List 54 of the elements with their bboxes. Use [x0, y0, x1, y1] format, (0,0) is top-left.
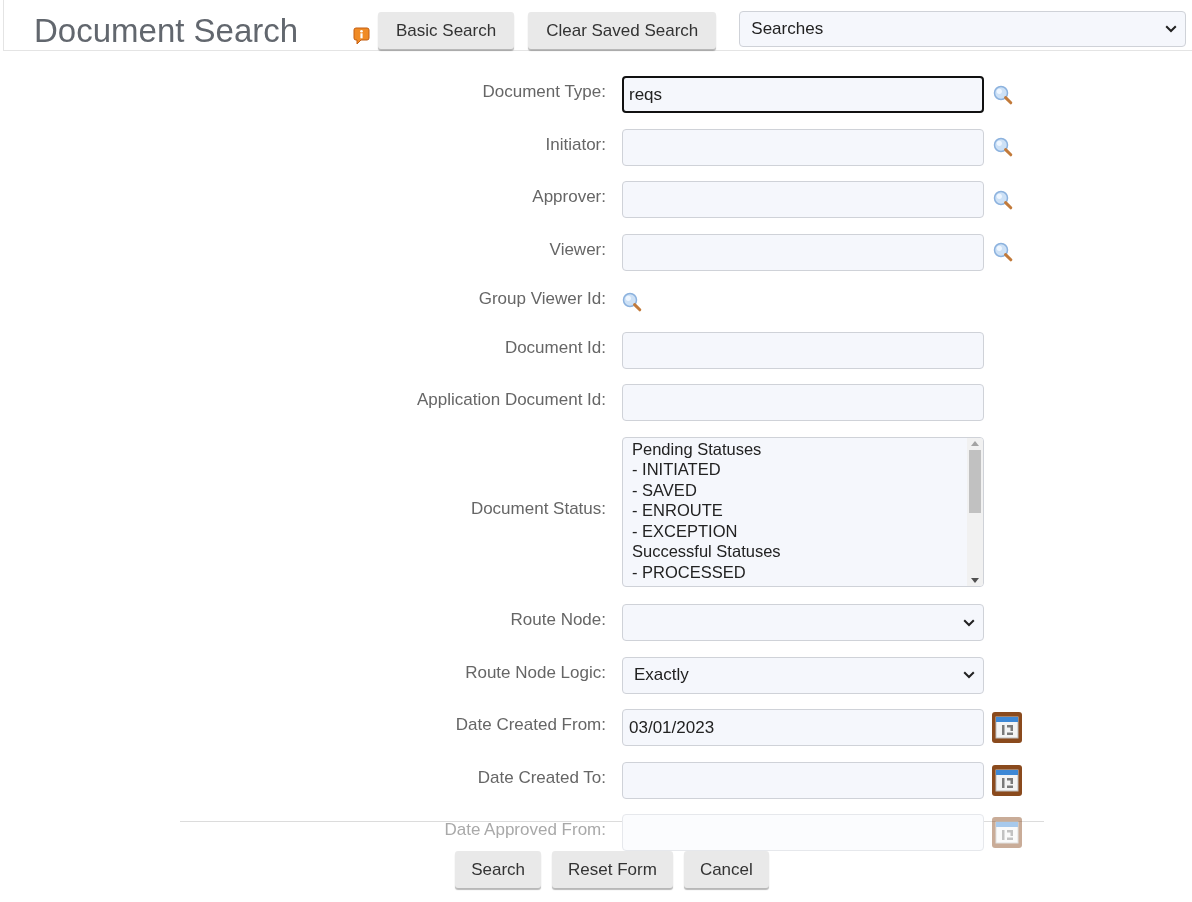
field-label: Date Approved From: — [444, 820, 606, 840]
dropdown[interactable]: Exactly — [622, 656, 984, 694]
calendar-icon[interactable] — [992, 712, 1022, 743]
search-icon[interactable] — [622, 291, 642, 312]
listbox-option[interactable]: Successful Statuses — [623, 541, 967, 562]
cancel-button[interactable]: Cancel — [683, 851, 769, 888]
search-icon[interactable] — [993, 189, 1013, 210]
field-label: Date Created From: — [455, 715, 606, 735]
field-label: Group Viewer Id: — [478, 288, 606, 308]
listbox-option[interactable]: - SAVED — [623, 479, 967, 500]
input-field[interactable]: reqs — [622, 76, 984, 113]
listbox-option[interactable]: - ENROUTE — [623, 500, 967, 521]
search-icon[interactable] — [993, 84, 1013, 105]
field-label: Application Document Id: — [417, 390, 606, 410]
field-label: Route Node: — [510, 610, 606, 630]
listbox-option[interactable]: - PROCESSED — [623, 561, 967, 582]
scroll-down-icon[interactable] — [971, 577, 979, 583]
basic-search-button[interactable]: Basic Search — [378, 12, 515, 49]
date-field[interactable] — [622, 761, 984, 799]
calendar-icon[interactable] — [992, 764, 1022, 796]
field-label: Document Status: — [470, 499, 606, 519]
field-label: Approver: — [532, 187, 606, 207]
field-label: Date Created To: — [477, 767, 606, 787]
listbox-option[interactable]: - EXCEPTION — [623, 520, 967, 541]
chevron-down-icon — [963, 671, 975, 679]
listbox-scrollbar[interactable] — [967, 437, 983, 586]
clear-saved-search-button[interactable]: Clear Saved Search — [528, 12, 717, 49]
field-label: Route Node Logic: — [465, 662, 606, 682]
reset-form-button[interactable]: Reset Form — [552, 851, 673, 888]
date-field[interactable] — [622, 814, 984, 851]
search-button[interactable]: Search — [455, 851, 542, 888]
search-icon[interactable] — [993, 137, 1013, 157]
page-title: Document Search — [34, 12, 299, 49]
listbox-option[interactable]: Pending Statuses — [623, 438, 967, 459]
input-field[interactable] — [622, 128, 984, 166]
field-label: Document Type: — [482, 82, 606, 102]
input-field[interactable] — [622, 233, 984, 271]
input-field[interactable] — [622, 181, 984, 218]
date-field[interactable]: 03/01/2023 — [622, 709, 984, 746]
chevron-down-icon — [1165, 25, 1178, 33]
status-listbox[interactable]: Pending Statuses - INITIATED - SAVED - ENROUTE - EXCEPTION Successful Statuses - PROCESSED — [622, 436, 984, 587]
field-label: Document Id: — [504, 337, 606, 357]
dropdown[interactable] — [622, 604, 984, 641]
input-field[interactable] — [622, 384, 984, 421]
field-label: Initiator: — [545, 134, 606, 154]
searches-dropdown[interactable]: Searches — [739, 11, 1187, 47]
chevron-down-icon — [963, 618, 975, 627]
listbox-option[interactable]: - INITIATED — [623, 459, 967, 480]
field-label: Viewer: — [549, 239, 606, 259]
scroll-up-icon[interactable] — [971, 440, 979, 446]
search-icon[interactable] — [993, 242, 1013, 262]
scrollbar-thumb[interactable] — [969, 449, 981, 513]
info-icon[interactable] — [353, 27, 370, 45]
input-field[interactable] — [622, 331, 984, 369]
